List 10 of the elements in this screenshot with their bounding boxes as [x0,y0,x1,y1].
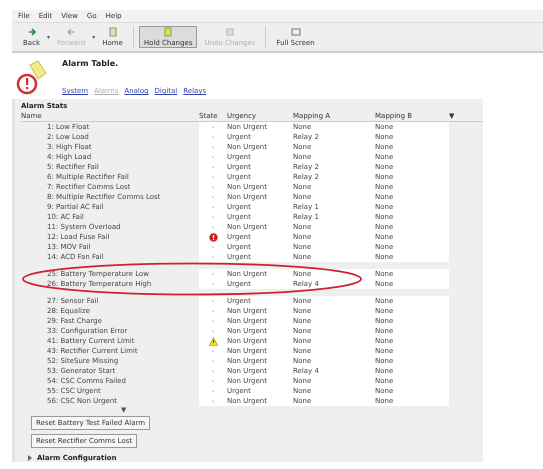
page-title: Alarm Table. [62,59,120,68]
note-icon [163,27,174,37]
right-arrow-icon [26,27,36,37]
window-icon [290,27,301,37]
expand-caret-icon[interactable] [27,455,33,461]
warning-icon [208,336,218,346]
square-icon [224,27,235,37]
alarm-logo-icon [16,59,48,95]
left-arrow-icon [66,27,76,37]
page-icon [108,27,118,37]
